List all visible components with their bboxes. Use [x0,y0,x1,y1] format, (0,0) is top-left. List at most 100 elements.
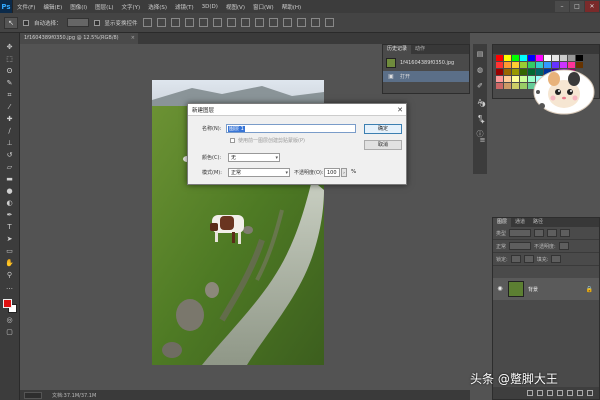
align-middle-icon[interactable] [156,18,166,27]
type-tool-icon[interactable]: T [4,223,16,232]
adjustment-layer-icon[interactable] [557,390,563,396]
align-right-icon[interactable] [212,18,222,27]
zoom-field[interactable] [24,391,42,399]
color-swatch[interactable] [496,83,503,89]
eyedropper-tool-icon[interactable]: ⁄ [4,103,16,112]
menu-image[interactable]: 图像(I) [66,3,91,11]
align-top-icon[interactable] [142,18,152,27]
fill-field[interactable] [551,255,562,263]
color-swatch[interactable] [496,55,503,61]
clone-stamp-tool-icon[interactable]: ⊥ [4,139,16,148]
distribute-center-icon[interactable] [282,18,292,27]
layer-row-background[interactable]: ◉ 背景 🔒 [493,278,599,300]
eraser-tool-icon[interactable]: ▱ [4,163,16,172]
properties-panel-icon[interactable]: ◍ [476,66,485,74]
tab-close-icon[interactable]: × [131,33,135,44]
layer-mask-icon[interactable] [547,390,553,396]
ok-button[interactable]: 确定 [364,124,402,134]
pen-tool-icon[interactable]: ✒ [4,211,16,220]
distribute-right-icon[interactable] [296,18,306,27]
menu-view[interactable]: 视图(V) [222,3,249,11]
link-layers-icon[interactable] [527,390,533,396]
color-swatch[interactable] [568,55,575,61]
menu-window[interactable]: 窗口(W) [249,3,278,11]
color-swatch[interactable] [504,76,511,82]
move-tool-preset-icon[interactable]: ↖ [4,16,18,29]
brush-panel-icon[interactable]: ✐ [476,82,485,90]
color-swatch[interactable] [520,69,527,75]
channels-icon[interactable]: ≡ [478,136,487,144]
delete-layer-icon[interactable] [587,390,593,396]
auto-select-checkbox[interactable] [23,19,29,26]
filter-adjust-icon[interactable] [547,229,558,237]
color-swatch[interactable] [520,83,527,89]
color-swatch[interactable] [520,55,527,61]
color-swatch[interactable] [536,55,543,61]
healing-brush-tool-icon[interactable]: ✚ [4,115,16,124]
tab-paths[interactable]: 路径 [529,218,547,227]
layer-filter-kind[interactable]: 类型 [496,230,506,237]
hand-tool-icon[interactable]: ✋ [4,259,16,268]
new-layer-icon[interactable] [577,390,583,396]
cancel-button[interactable]: 取消 [364,140,402,150]
menu-edit[interactable]: 编辑(E) [39,3,66,11]
tab-layers[interactable]: 图层 [493,218,512,227]
brush-tool-icon[interactable]: ∕ [4,127,16,136]
tab-channels[interactable]: 通道 [511,218,529,227]
dodge-tool-icon[interactable]: ◐ [4,199,16,208]
shape-tool-icon[interactable]: ▭ [4,247,16,256]
filter-pixel-icon[interactable] [534,229,545,237]
show-transform-checkbox[interactable] [93,19,100,26]
color-swatch[interactable] [576,55,583,61]
zoom-tool-icon[interactable]: ⚲ [4,271,16,280]
color-swatch[interactable] [512,69,519,75]
distribute-top-icon[interactable] [226,18,236,27]
adjustments-icon[interactable]: ◑ [478,100,487,108]
color-swatch[interactable] [520,62,527,68]
layer-filter-dropdown[interactable] [509,229,532,237]
align-center-icon[interactable] [198,18,208,27]
color-swatch[interactable] [504,62,511,68]
marquee-tool-icon[interactable]: ⬚ [4,55,16,64]
color-swatch[interactable] [512,55,519,61]
align-left-icon[interactable] [184,18,194,27]
foreground-color-swatch[interactable] [2,299,12,308]
opacity-input[interactable]: 100 [324,168,340,177]
tab-history[interactable]: 历史记录 [383,45,412,54]
blend-mode-select[interactable]: 正常 [496,243,506,250]
3d-mode-icon[interactable] [324,18,334,27]
auto-align-icon[interactable] [310,18,320,27]
lock-position-icon[interactable] [523,255,534,263]
path-selection-tool-icon[interactable]: ➤ [4,235,16,244]
color-swatch[interactable] [496,69,503,75]
filter-type-icon[interactable] [560,229,571,237]
menu-help[interactable]: 帮助(H) [278,3,305,11]
color-swatch[interactable] [504,55,511,61]
history-panel-icon[interactable]: ▤ [476,50,485,58]
blend-mode-dropdown[interactable] [509,242,532,250]
gradient-tool-icon[interactable]: ▬ [4,175,16,184]
color-swatch[interactable] [512,83,519,89]
auto-select-dropdown[interactable] [66,18,89,27]
color-swatch[interactable] [496,76,503,82]
menu-select[interactable]: 选择(S) [144,3,171,11]
document-tab[interactable]: 1f1604389f0350.jpg @ 12.5%(RGB/8) × [20,33,138,44]
menu-3d[interactable]: 3D(D) [198,4,222,10]
menu-type[interactable]: 文字(Y) [118,3,145,11]
history-brush-tool-icon[interactable]: ↺ [4,151,16,160]
color-swatch[interactable] [512,76,519,82]
menu-layer[interactable]: 图层(L) [91,3,117,11]
tab-actions[interactable]: 动作 [411,45,429,54]
new-group-icon[interactable] [567,390,573,396]
distribute-middle-icon[interactable] [240,18,250,27]
color-swatch[interactable] [560,55,567,61]
color-select[interactable]: 无 ▾ [228,153,280,162]
mode-select[interactable]: 正常 ▾ [228,168,290,177]
lasso-tool-icon[interactable]: ʘ [4,67,16,76]
color-swatch[interactable] [496,62,503,68]
layer-name-input[interactable]: 图层 1 [226,124,356,133]
dialog-close-icon[interactable]: ✕ [394,106,406,114]
menu-file[interactable]: 文件(F) [13,3,39,11]
layer-style-icon[interactable] [537,390,543,396]
screen-mode-icon[interactable]: ▢ [4,328,16,337]
